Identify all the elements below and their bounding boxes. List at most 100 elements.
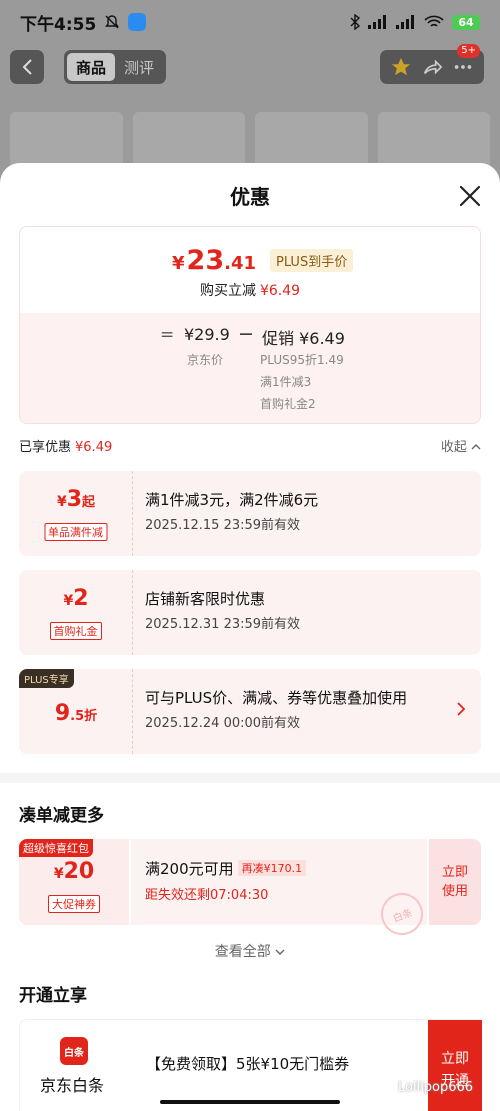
chevron-right-icon[interactable]	[455, 701, 467, 717]
message-badge: 5+	[457, 44, 480, 58]
baitiao-card: 白条 京东白条 【免费领取】5张¥10无门槛券 立即开通	[19, 1019, 482, 1111]
more-deals-title: 凑单减更多	[19, 806, 104, 826]
star-icon[interactable]	[390, 56, 412, 78]
plus-discount-card[interactable]: PLUS专享 9.5折 可与PLUS价、满减、券等优惠叠加使用 2025.12.…	[19, 669, 481, 754]
packet-countdown: 距失效还剩07:04:30	[145, 888, 269, 903]
coupon-amount-panel: ¥3起 单品满件减	[19, 471, 133, 556]
tab-product[interactable]: 商品	[67, 53, 116, 81]
coupon-unit: .5折	[70, 709, 98, 724]
coupon-title: 满1件减3元，满2件减6元	[145, 491, 319, 509]
enjoyed-discount-row: 已享优惠 ¥6.49 收起	[19, 436, 481, 460]
enjoyed-amount: ¥6.49	[75, 440, 113, 455]
coupon-expiry: 2025.12.31 23:59前有效	[145, 617, 301, 632]
more-icon[interactable]	[452, 56, 474, 78]
signal-icon-2	[396, 15, 414, 29]
plus-exclusive-badge: PLUS专享	[19, 669, 74, 688]
status-bar: 下午4:55 64	[0, 0, 500, 44]
packet-info: 满200元可用 再凑¥170.1 距失效还剩07:04:30 白条	[131, 839, 429, 941]
wifi-icon	[424, 15, 444, 27]
coupon-currency: ¥	[56, 494, 67, 510]
promo-detail-plus: PLUS95折1.49	[260, 353, 344, 367]
open-benefits-title: 开通立享	[19, 986, 87, 1006]
collapse-button[interactable]: 收起	[441, 436, 481, 455]
coupon-amount-panel: ¥2 首购礼金	[19, 570, 133, 655]
price-decimal: .41	[224, 253, 256, 274]
coupon-value: 2	[73, 586, 89, 611]
price-breakdown: ¥ 23 .41 PLUS到手价 购买立减 ¥6.49 = ¥29.9 − 促销 …	[19, 226, 481, 424]
packet-amount-panel: 超级惊喜红包 ¥20 大促神券	[19, 839, 129, 925]
section-divider	[0, 773, 500, 783]
coupon-expiry: 2025.12.15 23:59前有效	[145, 518, 301, 533]
final-price: ¥ 23 .41	[172, 245, 256, 276]
discount-sheet: 优惠 ¥ 23 .41 PLUS到手价 购买立减 ¥6.49 = ¥29.9 − …	[0, 163, 500, 1111]
coupon-type-tag: 单品满件减	[44, 523, 107, 541]
sheet-title: 优惠	[230, 185, 270, 209]
coupon-value: 9	[54, 701, 71, 726]
coupon-unit: 起	[82, 495, 96, 510]
promo-detail-gift: 首购礼金2	[260, 397, 316, 411]
coupon-currency: ¥	[63, 593, 74, 609]
coupon-amount: ¥2	[19, 586, 133, 611]
promo-detail-quantity: 满1件减3	[260, 375, 312, 389]
coupon-amount: ¥3起	[19, 487, 133, 512]
original-price-label: 京东价	[187, 353, 224, 367]
save-label: 购买立减	[199, 283, 256, 299]
watermark: Lollipop666	[398, 1080, 474, 1095]
status-time: 下午4:55	[20, 14, 97, 35]
chevron-left-icon	[22, 59, 32, 75]
coupon-expiry: 2025.12.24 00:00前有效	[145, 716, 301, 731]
bluetooth-icon	[350, 14, 360, 30]
coupon-title: 可与PLUS价、满减、券等优惠叠加使用	[145, 689, 408, 707]
packet-type-tag: 大促神券	[48, 895, 100, 913]
chevron-down-icon	[275, 949, 285, 955]
coupon-type-tag: 首购礼金	[49, 622, 102, 640]
packet-condition-text: 满200元可用	[145, 860, 234, 878]
equals-sign: =	[160, 325, 175, 345]
packet-currency: ¥	[53, 866, 64, 882]
share-icon[interactable]	[421, 56, 443, 78]
packet-condition: 满200元可用 再凑¥170.1	[145, 858, 307, 879]
minus-sign: −	[238, 323, 254, 345]
coupon-card[interactable]: ¥3起 单品满件减 满1件减3元，满2件减6元 2025.12.15 23:59…	[19, 471, 481, 556]
price-currency: ¥	[172, 253, 185, 274]
open-now-button[interactable]: 立即开通	[428, 1020, 482, 1111]
tab-review[interactable]: 测评	[115, 53, 163, 81]
packet-amount: ¥20	[19, 859, 129, 884]
bell-mute-icon	[105, 15, 120, 29]
super-surprise-badge: 超级惊喜红包	[19, 839, 93, 857]
save-amount: ¥6.49	[259, 283, 301, 299]
price-integer: 23	[186, 245, 225, 276]
coupon-card[interactable]: ¥2 首购礼金 店铺新客限时优惠 2025.12.31 23:59前有效	[19, 570, 481, 655]
chevron-up-icon	[471, 444, 481, 450]
use-now-label: 立即使用	[441, 864, 468, 900]
signal-icon	[368, 15, 386, 29]
add-on-chip: 再凑¥170.1	[237, 860, 307, 876]
baitiao-icon: 白条	[60, 1037, 88, 1065]
close-icon[interactable]	[456, 182, 484, 210]
final-price-section: ¥ 23 .41 PLUS到手价 购买立减 ¥6.49	[20, 227, 480, 313]
nav-actions: 5+	[380, 44, 484, 84]
product-tabs: 商品 测评	[64, 50, 167, 84]
packet-value: 20	[63, 859, 95, 884]
coupon-title: 店铺新客限时优惠	[145, 590, 266, 608]
use-now-button[interactable]: 立即使用	[429, 839, 481, 925]
enjoyed-label: 已享优惠	[19, 440, 72, 455]
home-indicator[interactable]	[160, 1100, 340, 1104]
back-button[interactable]	[10, 50, 44, 84]
cloud-app-icon	[128, 13, 147, 31]
red-packet-coupon: 超级惊喜红包 ¥20 大促神券 满200元可用 再凑¥170.1 距失效还剩07:…	[19, 839, 481, 941]
view-all-button[interactable]: 查看全部	[0, 941, 500, 961]
coupon-value: 3	[66, 487, 83, 512]
original-price: ¥29.9	[184, 325, 230, 344]
product-navbar: 商品 测评 5+	[0, 44, 500, 88]
instant-discount: 购买立减 ¥6.49	[20, 280, 480, 300]
view-all-label: 查看全部	[214, 944, 271, 960]
baitiao-name: 京东白条	[40, 1076, 105, 1095]
promo-total: 促销 ¥6.49	[262, 329, 345, 348]
price-calculation: = ¥29.9 − 促销 ¥6.49 京东价 PLUS95折1.49 满1件减3…	[20, 313, 480, 423]
baitiao-offer: 【免费领取】5张¥10无门槛券	[146, 1055, 350, 1073]
coupon-amount: 9.5折	[19, 701, 133, 726]
collapse-label: 收起	[440, 440, 467, 455]
battery-indicator: 64	[452, 14, 480, 30]
baitiao-stamp: 白条	[375, 887, 429, 941]
